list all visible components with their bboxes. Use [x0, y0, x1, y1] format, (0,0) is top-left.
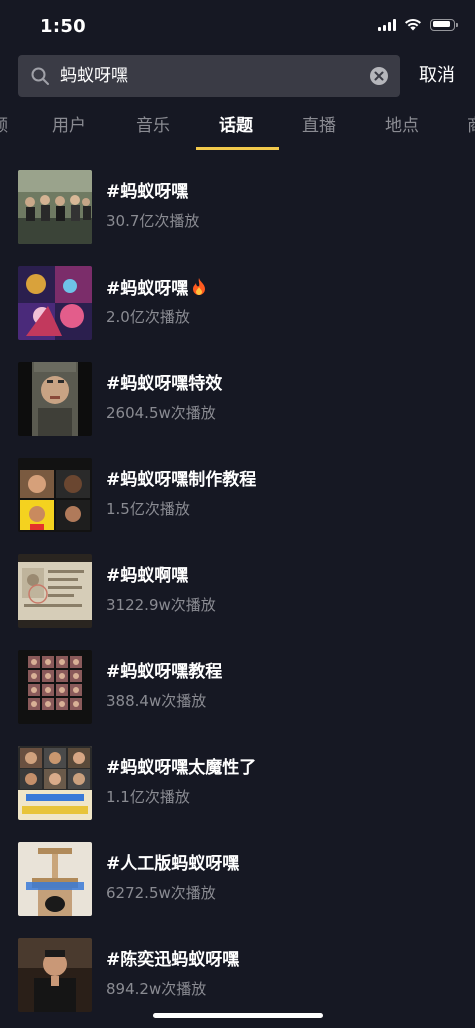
- topic-thumbnail: [18, 554, 92, 628]
- battery-icon: [430, 18, 458, 31]
- topic-play-count: 2.0亿次播放: [106, 308, 190, 326]
- search-query-text: 蚂蚁呀嘿: [60, 66, 128, 86]
- topic-title: #蚂蚁呀嘿教程: [106, 662, 223, 682]
- fire-icon: [193, 278, 206, 295]
- topic-play-count: 894.2w次播放: [106, 980, 207, 998]
- topic-title: #蚂蚁啊嘿: [106, 566, 189, 586]
- search-icon: [31, 67, 49, 85]
- topic-play-count: 30.7亿次播放: [106, 212, 200, 230]
- tab-topics[interactable]: 话题: [219, 115, 253, 137]
- topic-play-count: 3122.9w次播放: [106, 596, 216, 614]
- search-row: 蚂蚁呀嘿 取消: [0, 55, 475, 97]
- search-results-screen: 1:50 蚂蚁呀嘿 取消 用户 音乐 话题 直播 地点 #蚂蚁呀嘿 30.7亿次…: [0, 0, 475, 1028]
- search-input[interactable]: 蚂蚁呀嘿: [18, 55, 400, 97]
- clear-icon[interactable]: [369, 66, 389, 86]
- list-item[interactable]: #蚂蚁呀嘿太魔性了 1.1亿次播放: [0, 746, 475, 820]
- topic-play-count: 1.5亿次播放: [106, 500, 190, 518]
- battery-level-fill: [432, 21, 450, 27]
- topic-play-count: 6272.5w次播放: [106, 884, 216, 902]
- topic-title: #蚂蚁呀嘿: [106, 277, 208, 300]
- topic-title: #蚂蚁呀嘿制作教程: [106, 470, 257, 490]
- tab-music[interactable]: 音乐: [136, 115, 170, 137]
- topic-thumbnail: [18, 266, 92, 340]
- topic-title: #陈奕迅蚂蚁呀嘿: [106, 950, 240, 970]
- cellular-signal-icon: [378, 18, 396, 31]
- list-item[interactable]: #人工版蚂蚁呀嘿 6272.5w次播放: [0, 842, 475, 916]
- list-item[interactable]: #蚂蚁呀嘿制作教程 1.5亿次播放: [0, 458, 475, 532]
- tab-live[interactable]: 直播: [302, 115, 336, 137]
- list-item[interactable]: #蚂蚁呀嘿 2.0亿次播放: [0, 266, 475, 340]
- topic-thumbnail: [18, 458, 92, 532]
- list-item[interactable]: #蚂蚁呀嘿教程 388.4w次播放: [0, 650, 475, 724]
- list-item[interactable]: #陈奕迅蚂蚁呀嘿 894.2w次播放: [0, 938, 475, 1012]
- tab-users[interactable]: 用户: [52, 115, 86, 137]
- topic-thumbnail: [18, 938, 92, 1012]
- topic-play-count: 1.1亿次播放: [106, 788, 190, 806]
- topic-thumbnail: [18, 362, 92, 436]
- cancel-button[interactable]: 取消: [419, 65, 455, 87]
- tab-videos[interactable]: 频: [0, 115, 8, 137]
- status-bar: 1:50: [0, 0, 475, 50]
- list-item[interactable]: #蚂蚁呀嘿 30.7亿次播放: [0, 170, 475, 244]
- status-time: 1:50: [40, 16, 86, 37]
- topic-title: #蚂蚁呀嘿特效: [106, 374, 223, 394]
- list-item[interactable]: #蚂蚁啊嘿 3122.9w次播放: [0, 554, 475, 628]
- active-tab-underline: [196, 147, 279, 150]
- list-item[interactable]: #蚂蚁呀嘿特效 2604.5w次播放: [0, 362, 475, 436]
- topic-thumbnail: [18, 842, 92, 916]
- topic-thumbnail: [18, 650, 92, 724]
- topic-title: #蚂蚁呀嘿: [106, 182, 189, 202]
- tab-places[interactable]: 地点: [385, 115, 419, 137]
- topic-thumbnail: [18, 746, 92, 820]
- home-indicator[interactable]: [153, 1013, 323, 1018]
- topic-play-count: 388.4w次播放: [106, 692, 207, 710]
- topic-thumbnail: [18, 170, 92, 244]
- topic-title: #蚂蚁呀嘿太魔性了: [106, 758, 257, 778]
- tab-products[interactable]: 商: [467, 115, 475, 137]
- topic-title: #人工版蚂蚁呀嘿: [106, 854, 240, 874]
- topic-play-count: 2604.5w次播放: [106, 404, 216, 422]
- topic-title-text: #蚂蚁呀嘿: [106, 279, 189, 299]
- wifi-icon: [405, 19, 421, 31]
- status-icons: [378, 18, 458, 31]
- result-type-tabs: 频 用户 音乐 话题 直播 地点 商: [0, 105, 475, 150]
